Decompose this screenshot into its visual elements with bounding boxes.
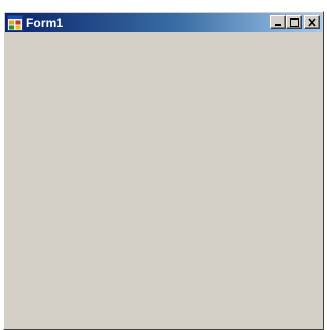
minimize-icon: [275, 24, 281, 26]
maximize-button[interactable]: [286, 15, 302, 29]
close-icon: [308, 18, 316, 27]
caption-buttons: [270, 15, 320, 29]
form-window: Form1: [3, 11, 324, 330]
window-title: Form1: [26, 15, 64, 30]
windows-form-icon[interactable]: [7, 14, 23, 31]
minimize-button[interactable]: [270, 15, 286, 29]
close-button[interactable]: [304, 15, 320, 29]
form-client-area[interactable]: [5, 33, 322, 328]
maximize-icon: [290, 18, 299, 27]
title-bar[interactable]: Form1: [5, 13, 322, 32]
